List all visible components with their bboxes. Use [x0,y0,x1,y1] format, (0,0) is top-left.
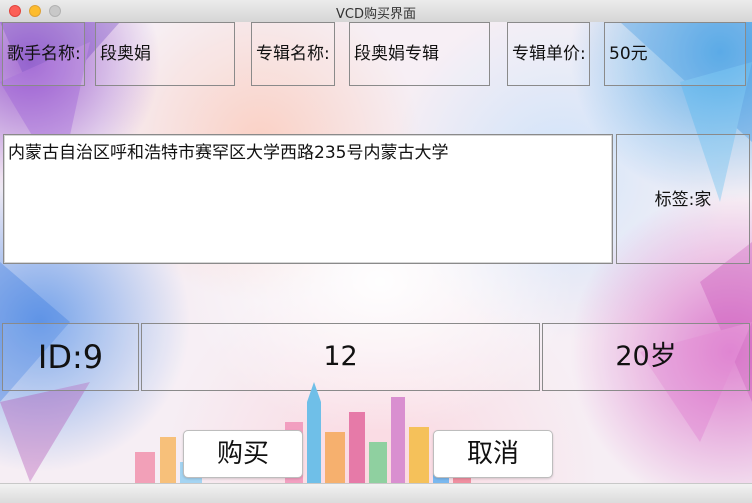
id-box: ID:9 [2,323,139,391]
singer-value: 段奥娟 [100,44,151,64]
age-value: 20岁 [615,341,677,372]
album-value-box: 段奥娟专辑 [349,22,490,86]
number-box: 12 [141,323,540,391]
album-value: 段奥娟专辑 [354,44,439,64]
singer-label: 歌手名称: [7,44,81,64]
address-textarea[interactable]: 内蒙古自治区呼和浩特市赛罕区大学西路235号内蒙古大学 [3,134,613,264]
price-label: 专辑单价: [512,44,586,64]
bottom-strip [0,483,752,503]
number-value: 12 [323,341,358,372]
price-label-box: 专辑单价: [507,22,590,86]
address-text: 内蒙古自治区呼和浩特市赛罕区大学西路235号内蒙古大学 [8,143,449,163]
app-window: VCD购买界面 歌手名称: 段奥娟 专辑名称: 段奥娟专辑 专辑单价: 50元 … [0,0,752,503]
album-label: 专辑名称: [256,44,330,64]
singer-label-box: 歌手名称: [2,22,85,86]
singer-value-box: 段奥娟 [95,22,235,86]
age-box: 20岁 [542,323,750,391]
window-title: VCD购买界面 [336,7,416,22]
buy-button[interactable]: 购买 [183,430,303,478]
album-label-box: 专辑名称: [251,22,335,86]
price-value-box: 50元 [604,22,746,86]
title-bar: VCD购买界面 [0,0,752,23]
main-panel: 歌手名称: 段奥娟 专辑名称: 段奥娟专辑 专辑单价: 50元 内蒙古自治区呼和… [0,22,752,503]
price-value: 50元 [609,44,648,64]
tag-label: 标签:家 [654,190,712,210]
tag-box: 标签:家 [616,134,750,264]
id-value: ID:9 [37,338,104,376]
cancel-button[interactable]: 取消 [433,430,553,478]
